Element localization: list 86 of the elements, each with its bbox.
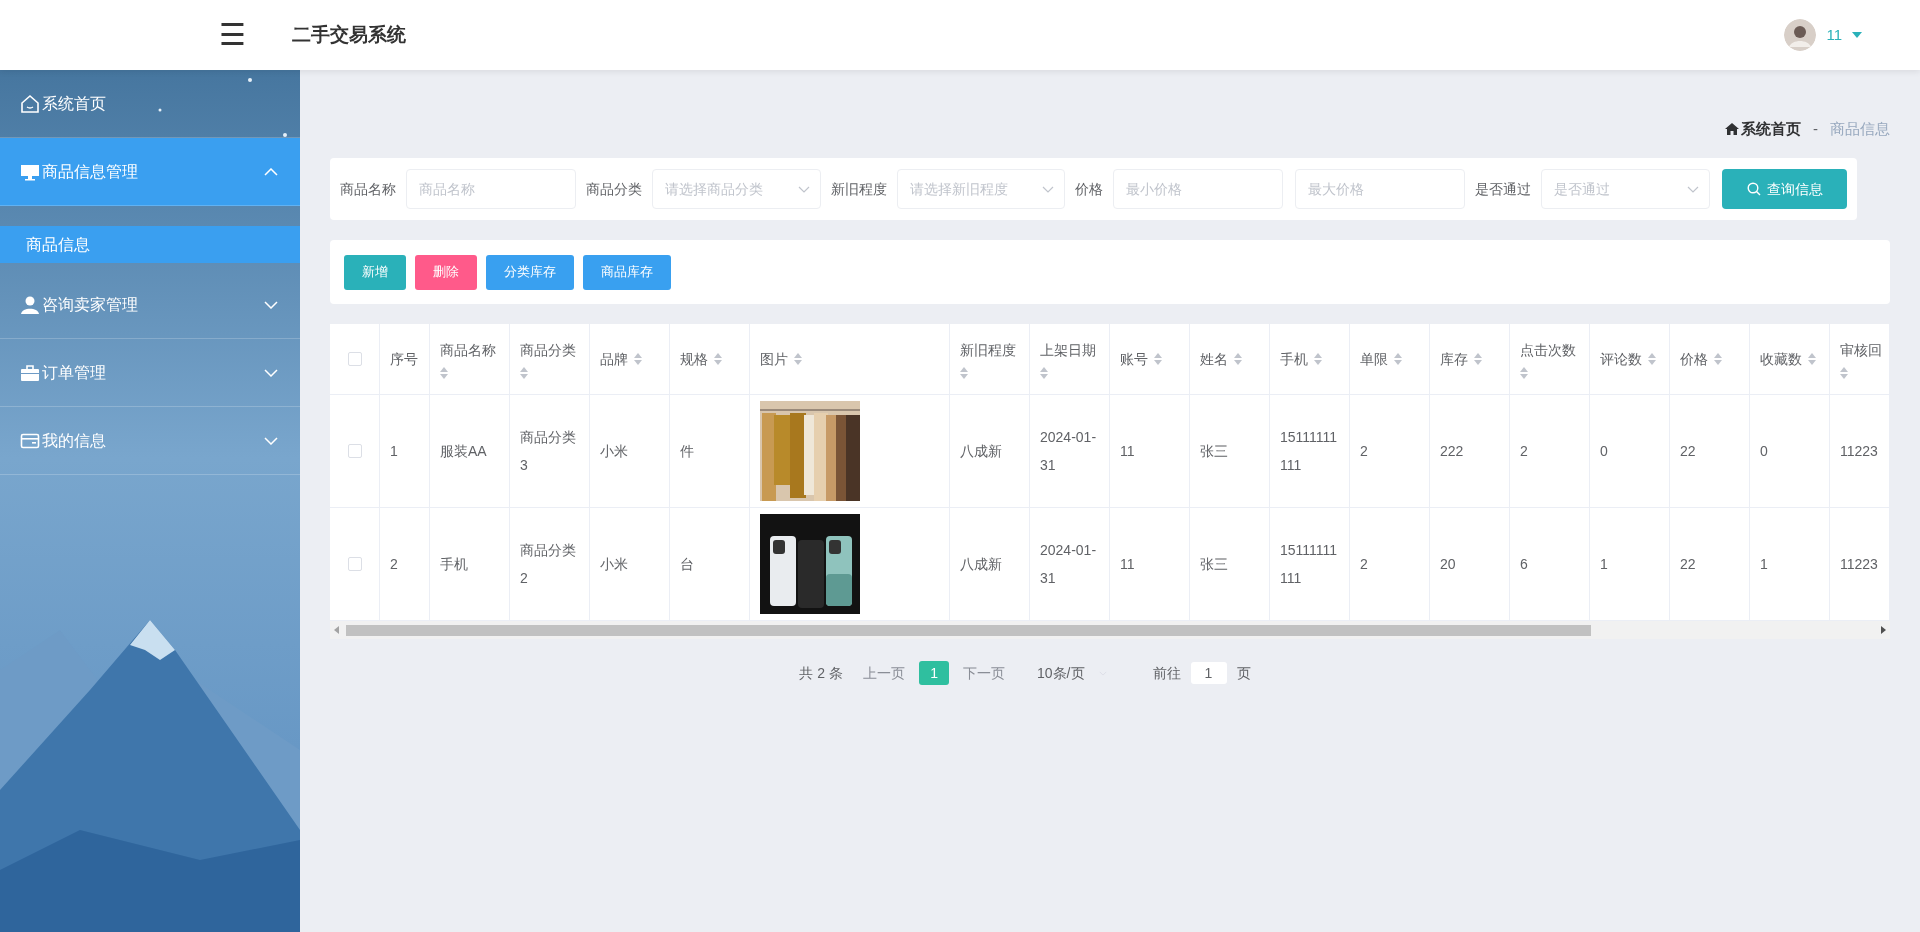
table-cell-text: 服装AA — [440, 442, 487, 461]
table-cell-text: 1 — [1600, 555, 1608, 574]
table-cell-text: 2 — [1360, 555, 1368, 574]
table-cell-text: 0 — [1760, 442, 1768, 461]
table-cell-text: 小米 — [600, 442, 628, 461]
column-header[interactable]: 单限 — [1360, 348, 1388, 370]
total-count: 共 2 条 — [799, 663, 844, 683]
user-icon — [20, 294, 40, 315]
scroll-right-icon — [1881, 626, 1886, 634]
column-header[interactable]: 商品分类 — [520, 339, 576, 361]
column-header[interactable]: 点击次数 — [1520, 339, 1576, 361]
column-header[interactable]: 账号 — [1120, 348, 1148, 370]
column-header[interactable]: 品牌 — [600, 348, 628, 370]
table-cell-text: 八成新 — [960, 555, 1002, 574]
table-cell-text: 11223 — [1840, 555, 1878, 574]
column-header[interactable]: 图片 — [760, 348, 788, 370]
chevron-down-icon — [1042, 185, 1055, 193]
breadcrumb-separator: - — [1813, 118, 1818, 139]
sidebar-item[interactable]: 咨询卖家管理 — [0, 271, 300, 339]
checkbox[interactable] — [347, 557, 362, 571]
column-header[interactable]: 收藏数 — [1760, 348, 1802, 370]
home-icon — [20, 93, 40, 114]
table-cell-text: 11 — [1120, 555, 1135, 574]
input-field[interactable]: 最小价格 — [1113, 169, 1284, 209]
table-cell-text: 22 — [1680, 555, 1696, 574]
column-header[interactable]: 商品名称 — [440, 339, 496, 361]
table-cell-text: 台 — [680, 555, 694, 574]
goto-suffix: 页 — [1236, 663, 1251, 683]
table-cell-text: 6 — [1520, 555, 1528, 574]
table-cell-text: 15111111111 — [1280, 428, 1339, 475]
table-cell-text: 1 — [390, 442, 398, 461]
table-cell-text: 222 — [1440, 442, 1464, 461]
column-header[interactable]: 手机 — [1280, 348, 1308, 370]
column-header[interactable]: 审核回 — [1840, 339, 1882, 361]
table-cell-text: 22 — [1680, 442, 1696, 461]
search-icon — [1746, 182, 1761, 196]
app-title: 二手交易系统 — [292, 22, 406, 47]
menu-button[interactable]: ☰ — [216, 20, 248, 50]
field-label: 是否通过 — [1475, 179, 1532, 199]
breadcrumb-current: 商品信息 — [1830, 118, 1890, 139]
table-cell-text: 小米 — [600, 555, 628, 574]
table-cell-text: 11 — [1120, 442, 1135, 461]
table-cell-text: 张三 — [1200, 555, 1228, 574]
table-cell-text: 2024-01-31 — [1040, 428, 1098, 475]
chevron-down-icon — [797, 185, 810, 193]
goto-page-field[interactable]: 1 — [1190, 662, 1227, 684]
column-header[interactable]: 新旧程度 — [960, 339, 1016, 361]
input-field[interactable]: 最大价格 — [1295, 169, 1466, 209]
goto-label: 前往 — [1152, 663, 1181, 683]
table-cell-text: 2 — [1520, 442, 1528, 461]
table-cell-text: 11223 — [1840, 442, 1878, 461]
table-cell-text: 件 — [680, 442, 694, 461]
field-label: 价格 — [1075, 179, 1104, 199]
input-field[interactable]: 商品名称 — [406, 169, 576, 209]
column-header[interactable]: 库存 — [1440, 348, 1468, 370]
caret-icon — [1852, 32, 1862, 38]
field-label: 商品名称 — [340, 179, 396, 199]
table-cell-text: 张三 — [1200, 442, 1228, 461]
table-cell-text: 2024-01-31 — [1040, 541, 1098, 588]
column-header[interactable]: 规格 — [680, 348, 708, 370]
avatar-icon — [1784, 19, 1817, 51]
table-cell-text: 2 — [390, 555, 398, 574]
table-cell-text: 0 — [1600, 442, 1608, 461]
horizontal-scrollbar[interactable] — [330, 621, 1890, 639]
table-cell-text: 1 — [1760, 555, 1768, 574]
table-cell-text: 15111111111 — [1280, 541, 1339, 588]
table-cell-text: 手机 — [440, 555, 468, 574]
table-cell-text: 商品分类3 — [520, 428, 577, 475]
field-label: 商品分类 — [586, 179, 642, 199]
chevron-down-icon — [1687, 185, 1700, 193]
column-header[interactable]: 价格 — [1680, 348, 1708, 370]
home-icon — [1725, 122, 1739, 135]
column-header[interactable]: 评论数 — [1600, 348, 1642, 370]
table-cell-text: 2 — [1360, 442, 1368, 461]
checkbox[interactable] — [347, 352, 362, 366]
checkbox[interactable] — [347, 444, 362, 458]
table-cell-text: 八成新 — [960, 442, 1002, 461]
table-cell-text: 20 — [1440, 555, 1456, 574]
column-header[interactable]: 上架日期 — [1040, 339, 1096, 361]
breadcrumb-home[interactable]: 系统首页 — [1725, 117, 1801, 140]
table-cell-text: 商品分类2 — [520, 541, 577, 588]
column-header[interactable]: 姓名 — [1200, 348, 1228, 370]
field-label: 新旧程度 — [830, 179, 887, 199]
page-size-select[interactable]: 10条/页 — [1037, 662, 1107, 684]
column-header[interactable]: 序号 — [390, 348, 418, 370]
scroll-left-icon — [334, 626, 339, 634]
